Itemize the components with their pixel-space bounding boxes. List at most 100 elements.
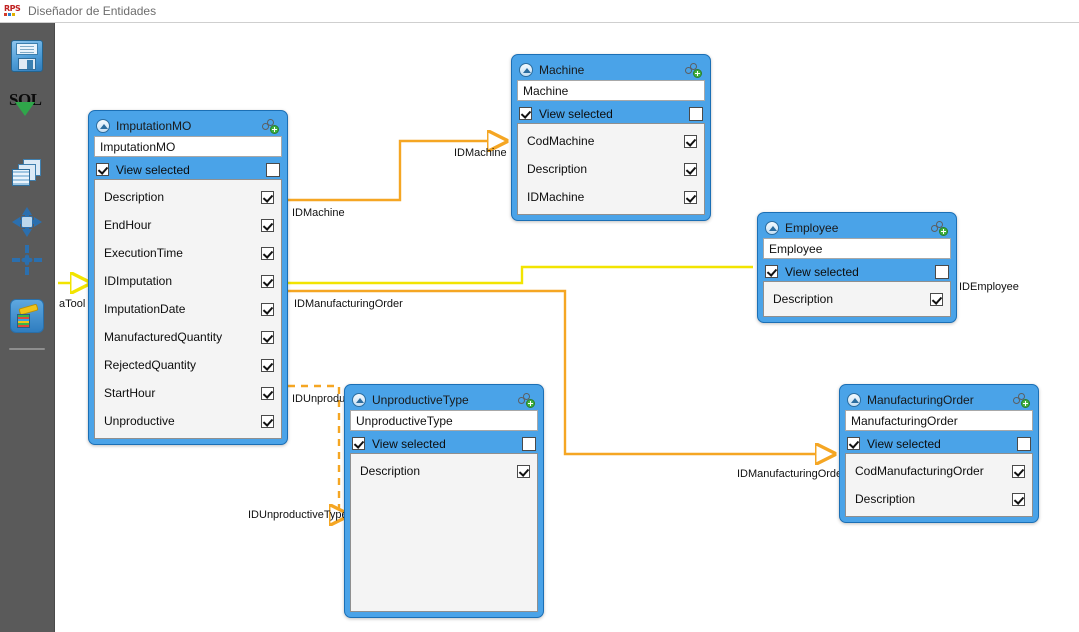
field-checkbox[interactable] [517, 464, 530, 478]
move-arrows-icon [12, 207, 42, 237]
field-name: ManufacturedQuantity [104, 330, 223, 344]
entity-name-input[interactable]: ImputationMO [94, 136, 282, 157]
window-title: Diseñador de Entidades [28, 4, 157, 18]
table-row[interactable]: IDImputation [95, 267, 281, 295]
entity-name-input[interactable]: Machine [517, 80, 705, 101]
field-name: RejectedQuantity [104, 358, 197, 372]
entity-header: ImputationMO [94, 116, 282, 136]
view-selected-label: View selected [539, 106, 613, 121]
left-toolbar: SQL [0, 23, 55, 632]
table-row[interactable]: Description [764, 285, 950, 313]
stacked-tables-icon [11, 159, 43, 189]
select-all-checkbox[interactable] [935, 264, 949, 279]
select-all-checkbox[interactable] [1017, 436, 1031, 451]
table-row[interactable]: ManufacturedQuantity [95, 323, 281, 351]
view-selected-row: View selected [517, 104, 705, 123]
field-checkbox[interactable] [261, 386, 274, 400]
entity-name-input[interactable]: Employee [763, 238, 951, 259]
field-name: CodManufacturingOrder [855, 464, 984, 478]
table-row[interactable]: ExecutionTime [95, 239, 281, 267]
select-all-checkbox[interactable] [689, 106, 703, 121]
table-row[interactable]: RejectedQuantity [95, 351, 281, 379]
table-row[interactable]: ImputationDate [95, 295, 281, 323]
table-row[interactable]: Description [846, 485, 1032, 513]
table-row[interactable]: CodMachine [518, 127, 704, 155]
entity-card-manufacturingorder[interactable]: ManufacturingOrder ManufacturingOrder Vi… [839, 384, 1039, 523]
entity-card-employee[interactable]: Employee Employee View selected Descript… [757, 212, 957, 323]
view-selected-row: View selected [845, 434, 1033, 453]
collapse-toggle-icon[interactable] [352, 393, 366, 407]
table-row[interactable]: StartHour [95, 379, 281, 407]
field-name: ImputationDate [104, 302, 186, 316]
add-relation-icon[interactable] [262, 118, 279, 134]
view-selected-checkbox[interactable] [765, 265, 778, 278]
field-checkbox[interactable] [1012, 464, 1025, 478]
entity-name-input[interactable]: ManufacturingOrder [845, 410, 1033, 431]
field-checkbox[interactable] [684, 162, 697, 176]
entity-card-unproductivetype[interactable]: UnproductiveType UnproductiveType View s… [344, 384, 544, 618]
collapse-toggle-icon[interactable] [96, 119, 110, 133]
tables-button[interactable] [6, 153, 48, 195]
view-selected-checkbox[interactable] [519, 107, 532, 120]
field-checkbox[interactable] [684, 134, 697, 148]
entity-header: Machine [517, 60, 705, 80]
field-checkbox[interactable] [261, 358, 274, 372]
select-all-checkbox[interactable] [266, 162, 280, 177]
field-name: IDMachine [527, 190, 585, 204]
table-row[interactable]: EndHour [95, 211, 281, 239]
collapse-button[interactable] [6, 239, 48, 281]
view-selected-checkbox[interactable] [847, 437, 860, 450]
field-name: StartHour [104, 386, 156, 400]
add-relation-icon[interactable] [931, 220, 948, 236]
wire-label-idmachine-target: IDMachine [454, 147, 507, 159]
field-checkbox[interactable] [261, 302, 274, 316]
edit-button[interactable] [6, 295, 48, 337]
view-selected-row: View selected [94, 160, 282, 179]
entity-title: ImputationMO [116, 119, 192, 133]
view-selected-checkbox[interactable] [352, 437, 365, 450]
add-relation-icon[interactable] [1013, 392, 1030, 408]
entity-title: ManufacturingOrder [867, 393, 974, 407]
sql-button[interactable]: SQL [6, 85, 48, 127]
entity-name-input[interactable]: UnproductiveType [350, 410, 538, 431]
table-row[interactable]: Description [95, 183, 281, 211]
collapse-toggle-icon[interactable] [765, 221, 779, 235]
window-titlebar: RPS Diseñador de Entidades [0, 0, 1079, 23]
select-all-checkbox[interactable] [522, 436, 536, 451]
table-row[interactable]: IDMachine [518, 183, 704, 211]
entity-field-list: CodManufacturingOrder Description [845, 453, 1033, 517]
field-checkbox[interactable] [1012, 492, 1025, 506]
add-relation-icon[interactable] [685, 62, 702, 78]
wire-label-idmanufacturingorder-source: IDManufacturingOrder [294, 298, 403, 310]
save-button[interactable] [6, 35, 48, 77]
entity-card-imputationmo[interactable]: ImputationMO ImputationMO View selected … [88, 110, 288, 445]
field-name: EndHour [104, 218, 152, 232]
view-selected-checkbox[interactable] [96, 163, 109, 176]
field-checkbox[interactable] [930, 292, 943, 306]
entity-title: Employee [785, 221, 839, 235]
field-checkbox[interactable] [684, 190, 697, 204]
view-selected-row: View selected [350, 434, 538, 453]
table-row[interactable]: CodManufacturingOrder [846, 457, 1032, 485]
field-checkbox[interactable] [261, 190, 274, 204]
table-row[interactable]: Unproductive [95, 407, 281, 435]
add-relation-icon[interactable] [518, 392, 535, 408]
entity-card-machine[interactable]: Machine Machine View selected CodMachine… [511, 54, 711, 221]
field-checkbox[interactable] [261, 274, 274, 288]
diagram-canvas[interactable]: aTool IDMachine IDMachine IDManufacturin… [56, 24, 1079, 632]
view-selected-label: View selected [867, 436, 941, 451]
field-checkbox[interactable] [261, 246, 274, 260]
collapse-toggle-icon[interactable] [519, 63, 533, 77]
field-checkbox[interactable] [261, 330, 274, 344]
collapse-toggle-icon[interactable] [847, 393, 861, 407]
entity-field-list: CodMachine Description IDMachine [517, 123, 705, 215]
arrange-button[interactable] [6, 201, 48, 243]
table-row[interactable]: Description [351, 457, 537, 485]
field-name: Description [360, 464, 421, 478]
field-name: ExecutionTime [104, 246, 183, 260]
sql-check-icon: SQL [9, 90, 45, 121]
view-selected-label: View selected [116, 162, 190, 177]
table-row[interactable]: Description [518, 155, 704, 183]
field-checkbox[interactable] [261, 218, 274, 232]
field-checkbox[interactable] [261, 414, 274, 428]
